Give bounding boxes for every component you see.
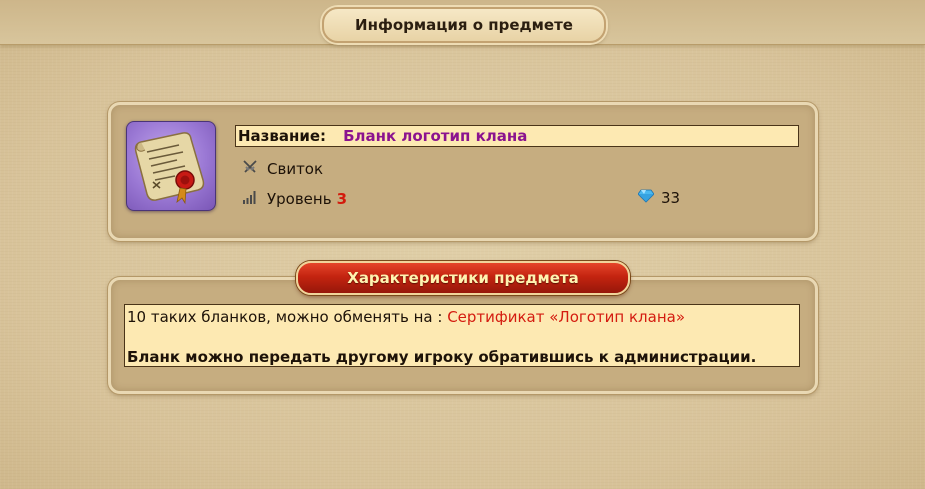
item-type-row: Свиток bbox=[242, 159, 323, 179]
exchange-line: 10 таких бланков, можно обменять на : Се… bbox=[127, 308, 685, 326]
crossed-swords-icon bbox=[242, 159, 267, 179]
item-name-field: Название: Бланк логотип клана bbox=[235, 125, 799, 147]
item-level-value: 3 bbox=[336, 190, 347, 208]
exchange-text: 10 таких бланков, можно обменять на : bbox=[127, 308, 443, 326]
transfer-note: Бланк можно передать другому игроку обра… bbox=[127, 348, 757, 366]
item-name-label: Название: bbox=[238, 127, 327, 145]
page-title: Информация о предмете bbox=[355, 16, 573, 34]
characteristics-title: Характеристики предмета bbox=[347, 269, 579, 287]
item-level-label: Уровень bbox=[267, 190, 332, 208]
item-type-value: Свиток bbox=[267, 160, 324, 178]
item-price-row: 33 bbox=[637, 189, 681, 207]
characteristics-header-ribbon: Характеристики предмета bbox=[296, 261, 630, 295]
certificate-link[interactable]: Сертификат «Логотип клана» bbox=[447, 308, 685, 326]
scroll-with-seal-icon bbox=[126, 121, 216, 211]
signal-bars-icon bbox=[242, 189, 267, 209]
item-name-value: Бланк логотип клана bbox=[343, 127, 528, 145]
page-title-plate: Информация о предмете bbox=[322, 7, 606, 43]
item-price-value: 33 bbox=[661, 189, 681, 207]
diamond-icon bbox=[637, 189, 661, 207]
characteristics-description: 10 таких бланков, можно обменять на : Се… bbox=[124, 304, 800, 367]
item-level-row: Уровень 3 bbox=[242, 189, 347, 209]
